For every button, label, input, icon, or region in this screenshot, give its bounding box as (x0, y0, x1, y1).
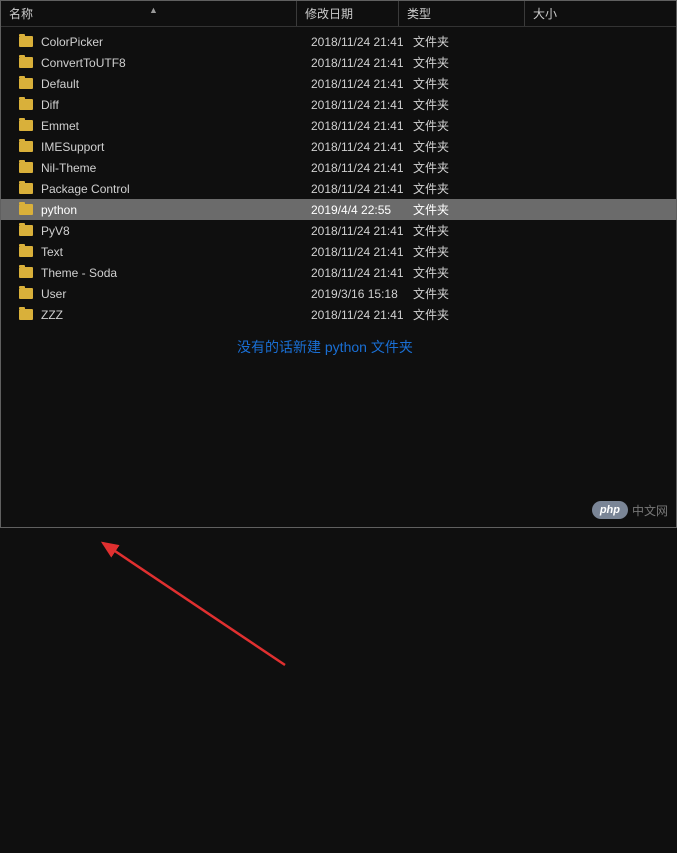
file-type: 文件夹 (413, 96, 539, 113)
file-date: 2018/11/24 21:41 (311, 182, 413, 196)
file-type: 文件夹 (413, 264, 539, 281)
annotation-text: 没有的话新建 python 文件夹 (237, 337, 413, 357)
file-date: 2018/11/24 21:41 (311, 140, 413, 154)
table-row[interactable]: Emmet2018/11/24 21:41文件夹 (1, 115, 676, 136)
column-header-size[interactable]: 大小 (525, 1, 676, 26)
file-date: 2018/11/24 21:41 (311, 245, 413, 259)
table-row[interactable]: ConvertToUTF82018/11/24 21:41文件夹 (1, 52, 676, 73)
watermark: php 中文网 (592, 501, 668, 519)
annotation-arrow (1, 325, 677, 853)
file-date: 2018/11/24 21:41 (311, 266, 413, 280)
file-name: Nil-Theme (41, 161, 311, 175)
table-row[interactable]: python2019/4/4 22:55文件夹 (1, 199, 676, 220)
file-name: Text (41, 245, 311, 259)
file-date: 2018/11/24 21:41 (311, 77, 413, 91)
column-header-type[interactable]: 类型 (399, 1, 525, 26)
file-type: 文件夹 (413, 243, 539, 260)
folder-icon (19, 99, 33, 110)
file-type: 文件夹 (413, 138, 539, 155)
file-name: ZZZ (41, 308, 311, 322)
file-type: 文件夹 (413, 201, 539, 218)
file-type: 文件夹 (413, 306, 539, 323)
table-row[interactable]: Text2018/11/24 21:41文件夹 (1, 241, 676, 262)
file-name: Diff (41, 98, 311, 112)
table-row[interactable]: PyV82018/11/24 21:41文件夹 (1, 220, 676, 241)
folder-icon (19, 36, 33, 47)
folder-icon (19, 183, 33, 194)
table-row[interactable]: IMESupport2018/11/24 21:41文件夹 (1, 136, 676, 157)
file-name: User (41, 287, 311, 301)
folder-icon (19, 120, 33, 131)
file-name: python (41, 203, 311, 217)
file-name: PyV8 (41, 224, 311, 238)
table-row[interactable]: User2019/3/16 15:18文件夹 (1, 283, 676, 304)
file-list: ColorPicker2018/11/24 21:41文件夹ConvertToU… (1, 27, 676, 325)
file-date: 2018/11/24 21:41 (311, 35, 413, 49)
table-row[interactable]: Theme - Soda2018/11/24 21:41文件夹 (1, 262, 676, 283)
folder-icon (19, 78, 33, 89)
table-row[interactable]: ColorPicker2018/11/24 21:41文件夹 (1, 31, 676, 52)
file-date: 2019/3/16 15:18 (311, 287, 413, 301)
file-name: IMESupport (41, 140, 311, 154)
file-type: 文件夹 (413, 33, 539, 50)
folder-icon (19, 225, 33, 236)
file-name: Package Control (41, 182, 311, 196)
file-name: Theme - Soda (41, 266, 311, 280)
table-row[interactable]: Diff2018/11/24 21:41文件夹 (1, 94, 676, 115)
file-date: 2018/11/24 21:41 (311, 224, 413, 238)
folder-icon (19, 267, 33, 278)
file-type: 文件夹 (413, 117, 539, 134)
folder-icon (19, 204, 33, 215)
file-date: 2018/11/24 21:41 (311, 119, 413, 133)
folder-icon (19, 309, 33, 320)
file-date: 2018/11/24 21:41 (311, 308, 413, 322)
file-name: Default (41, 77, 311, 91)
file-name: Emmet (41, 119, 311, 133)
table-row[interactable]: Package Control2018/11/24 21:41文件夹 (1, 178, 676, 199)
file-type: 文件夹 (413, 75, 539, 92)
folder-icon (19, 246, 33, 257)
file-type: 文件夹 (413, 159, 539, 176)
folder-icon (19, 162, 33, 173)
watermark-text: 中文网 (632, 502, 668, 519)
folder-icon (19, 288, 33, 299)
file-type: 文件夹 (413, 180, 539, 197)
folder-icon (19, 57, 33, 68)
file-date: 2019/4/4 22:55 (311, 203, 413, 217)
file-date: 2018/11/24 21:41 (311, 56, 413, 70)
file-date: 2018/11/24 21:41 (311, 161, 413, 175)
file-type: 文件夹 (413, 285, 539, 302)
table-row[interactable]: Nil-Theme2018/11/24 21:41文件夹 (1, 157, 676, 178)
file-name: ColorPicker (41, 35, 311, 49)
file-type: 文件夹 (413, 222, 539, 239)
watermark-badge: php (592, 501, 628, 519)
file-name: ConvertToUTF8 (41, 56, 311, 70)
column-header-row: 名称 修改日期 类型 大小 ▲ (1, 1, 676, 27)
file-date: 2018/11/24 21:41 (311, 98, 413, 112)
table-row[interactable]: Default2018/11/24 21:41文件夹 (1, 73, 676, 94)
sort-indicator-icon: ▲ (149, 5, 158, 15)
folder-icon (19, 141, 33, 152)
file-type: 文件夹 (413, 54, 539, 71)
column-header-date[interactable]: 修改日期 (297, 1, 399, 26)
table-row[interactable]: ZZZ2018/11/24 21:41文件夹 (1, 304, 676, 325)
